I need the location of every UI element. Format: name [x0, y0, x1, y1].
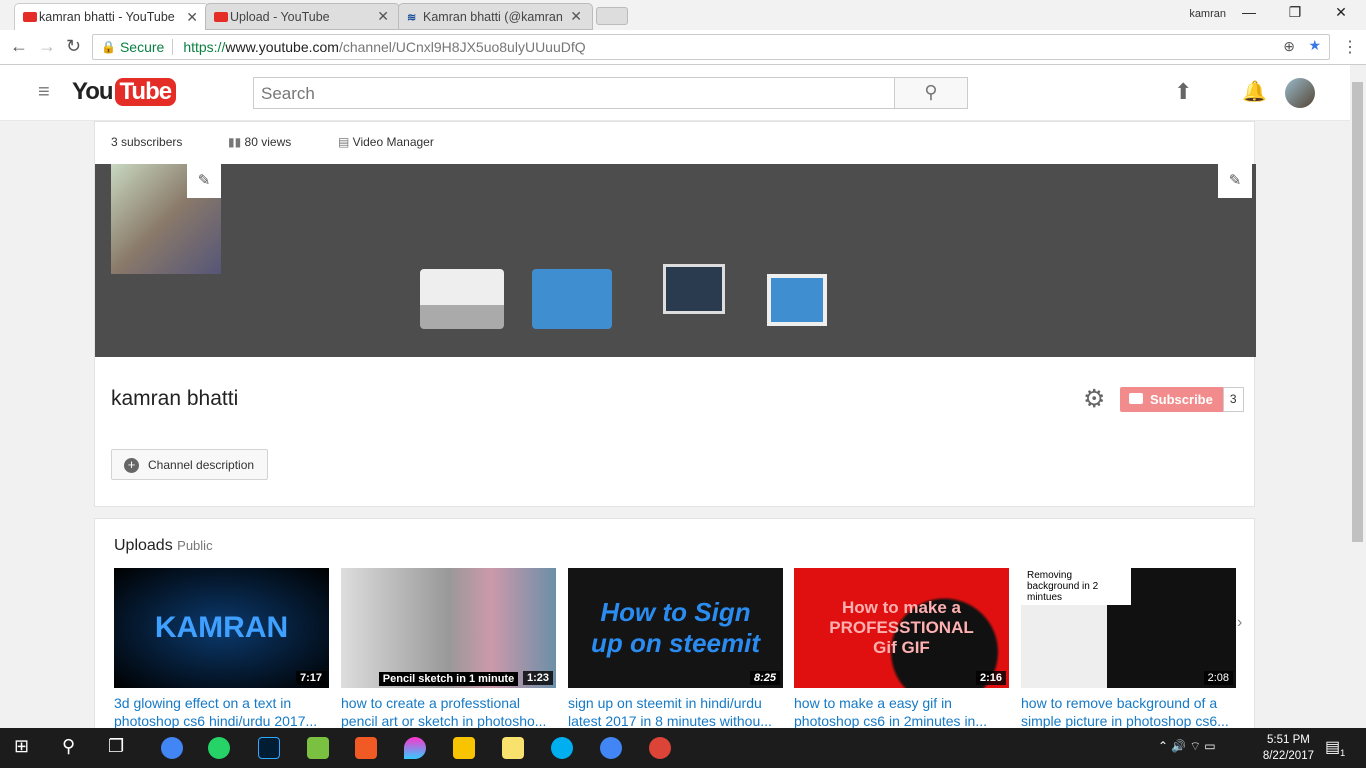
youtube-header: ≡ You Tube Search ⚲ ⬆ 🔔 [0, 65, 1350, 121]
views-link[interactable]: ▮▮ 80 views [228, 135, 291, 149]
taskbar: ⊞ ⚲ ❐ ⌃ 🔊 ⌔ ▭ 5:51 PM 8/22/2017 ▤1 [0, 728, 1366, 768]
scrollbar-thumb[interactable] [1352, 82, 1363, 542]
video-thumbnail[interactable]: Removing background in 2 mintues 2:08 [1021, 568, 1236, 688]
video-thumbnail[interactable]: How to make a PROFESSTIONAL Gif GIF 2:16 [794, 568, 1009, 688]
tab-steemit[interactable]: ≋ Kamran bhatti (@kamran ✕ [398, 3, 593, 30]
app-icon[interactable] [355, 737, 377, 759]
channel-header-card: 3 subscribers ▮▮ 80 views ▤ Video Manage… [94, 121, 1256, 507]
system-tray-icons[interactable]: ⌃ 🔊 ⌔ ▭ [1158, 739, 1216, 754]
channel-banner: ✎ [95, 164, 1256, 357]
steemit-favicon-icon: ≋ [407, 12, 417, 24]
youtube-favicon-icon [23, 12, 37, 22]
bar-chart-icon: ▮▮ [228, 135, 245, 149]
email-globe-graphic [532, 269, 612, 329]
chrome-icon[interactable] [161, 737, 183, 759]
browser-tab-bar: kamran bhatti - YouTube ✕ Upload - YouTub… [0, 0, 1366, 30]
channel-settings-gear-icon[interactable]: ⚙ [1083, 384, 1105, 414]
youtube-favicon-icon [214, 11, 228, 22]
zoom-icon[interactable]: ⊕ [1283, 38, 1295, 55]
windows-start-icon[interactable]: ⊞ [14, 736, 29, 757]
close-tab-icon[interactable]: ✕ [377, 8, 389, 25]
search-icon[interactable]: ⚲ [62, 736, 75, 757]
video-thumbnail[interactable]: How to Sign up on steemit 8:25 [568, 568, 783, 688]
search-icon: ⚲ [924, 82, 938, 102]
uploads-section: Uploads Public KAMRAN 7:17 3d glowing effe… [94, 518, 1255, 748]
camtasia-icon[interactable] [307, 737, 329, 759]
channel-description-button[interactable]: Channel description [111, 449, 268, 480]
avatar[interactable] [1285, 78, 1315, 108]
video-thumbnail[interactable]: Pencil sketch in 1 minute 1:23 [341, 568, 556, 688]
new-tab-button[interactable] [596, 7, 628, 25]
video-thumbnail[interactable]: KAMRAN 7:17 [114, 568, 329, 688]
reload-icon[interactable]: ↻ [66, 36, 81, 57]
pencil-icon: ✎ [1228, 172, 1242, 189]
pencil-icon: ✎ [197, 172, 211, 189]
minimize-icon[interactable]: — [1226, 4, 1272, 20]
subscriber-count: 3 subscribers [111, 135, 183, 149]
hamburger-menu-icon[interactable]: ≡ [38, 81, 50, 104]
tab-upload[interactable]: Upload - YouTube ✕ [205, 3, 400, 30]
video-item[interactable]: Removing background in 2 mintues 2:08 how … [1021, 568, 1236, 730]
search-button[interactable]: ⚲ [894, 77, 968, 109]
bookmark-star-icon[interactable]: ★ [1308, 37, 1321, 54]
address-bar-row: ← → ↻ 🔒 Secure https://www.youtube.com/c… [0, 30, 1366, 65]
notifications-icon[interactable]: ▤1 [1325, 737, 1345, 758]
menu-dots-icon[interactable]: ⋮ [1342, 37, 1358, 57]
video-manager-icon: ▤ [338, 135, 353, 149]
url-input[interactable]: 🔒 Secure https://www.youtube.com/channel… [92, 34, 1330, 60]
restore-icon[interactable]: ❐ [1272, 4, 1318, 21]
close-tab-icon[interactable]: ✕ [186, 9, 198, 26]
forward-icon[interactable]: → [38, 36, 56, 57]
channel-name: kamran bhatti [111, 387, 239, 410]
scrollbar[interactable] [1350, 65, 1366, 728]
profile-name[interactable]: kamran [1189, 8, 1226, 20]
laptop-lock-graphic [420, 269, 504, 329]
subscribe-count: 3 [1222, 387, 1244, 412]
search-input[interactable]: Search [253, 77, 895, 109]
video-manager-link[interactable]: ▤ Video Manager [338, 135, 434, 149]
subscribe-button[interactable]: Subscribe 3 [1120, 387, 1244, 412]
task-view-icon[interactable]: ❐ [108, 736, 124, 757]
upload-icon[interactable]: ⬆ [1174, 79, 1192, 105]
chrome-profile-icon[interactable] [600, 737, 622, 759]
video-item[interactable]: How to make a PROFESSTIONAL Gif GIF 2:16 h… [794, 568, 1009, 730]
notifications-bell-icon[interactable]: 🔔 [1242, 79, 1267, 104]
next-arrow-icon[interactable]: › [1237, 614, 1242, 632]
sticky-notes-icon[interactable] [502, 737, 524, 759]
paint-icon[interactable] [404, 737, 426, 759]
video-item[interactable]: Pencil sketch in 1 minute 1:23 how to crea… [341, 568, 556, 730]
edit-banner-button[interactable]: ✎ [1218, 164, 1252, 198]
video-item[interactable]: How to Sign up on steemit 8:25 sign up on … [568, 568, 783, 730]
globe-monitor-graphic [767, 274, 827, 326]
photoshop-icon[interactable] [258, 737, 280, 759]
chrome-icon[interactable] [649, 737, 671, 759]
uploads-heading[interactable]: Uploads Public [114, 537, 213, 555]
lock-icon: 🔒 [101, 40, 116, 54]
back-icon[interactable]: ← [10, 36, 28, 57]
youtube-logo[interactable]: You Tube [72, 78, 177, 106]
whatsapp-icon[interactable] [208, 737, 230, 759]
video-item[interactable]: KAMRAN 7:17 3d glowing effect on a text in… [114, 568, 329, 730]
edit-avatar-button[interactable]: ✎ [187, 164, 221, 198]
close-window-icon[interactable]: ✕ [1318, 4, 1364, 21]
skype-icon[interactable] [551, 737, 573, 759]
clock[interactable]: 5:51 PM 8/22/2017 [1263, 732, 1314, 764]
tab-youtube-channel[interactable]: kamran bhatti - YouTube ✕ [14, 3, 209, 30]
code-monitor-graphic [663, 264, 725, 314]
file-explorer-icon[interactable] [453, 737, 475, 759]
close-tab-icon[interactable]: ✕ [570, 8, 582, 25]
